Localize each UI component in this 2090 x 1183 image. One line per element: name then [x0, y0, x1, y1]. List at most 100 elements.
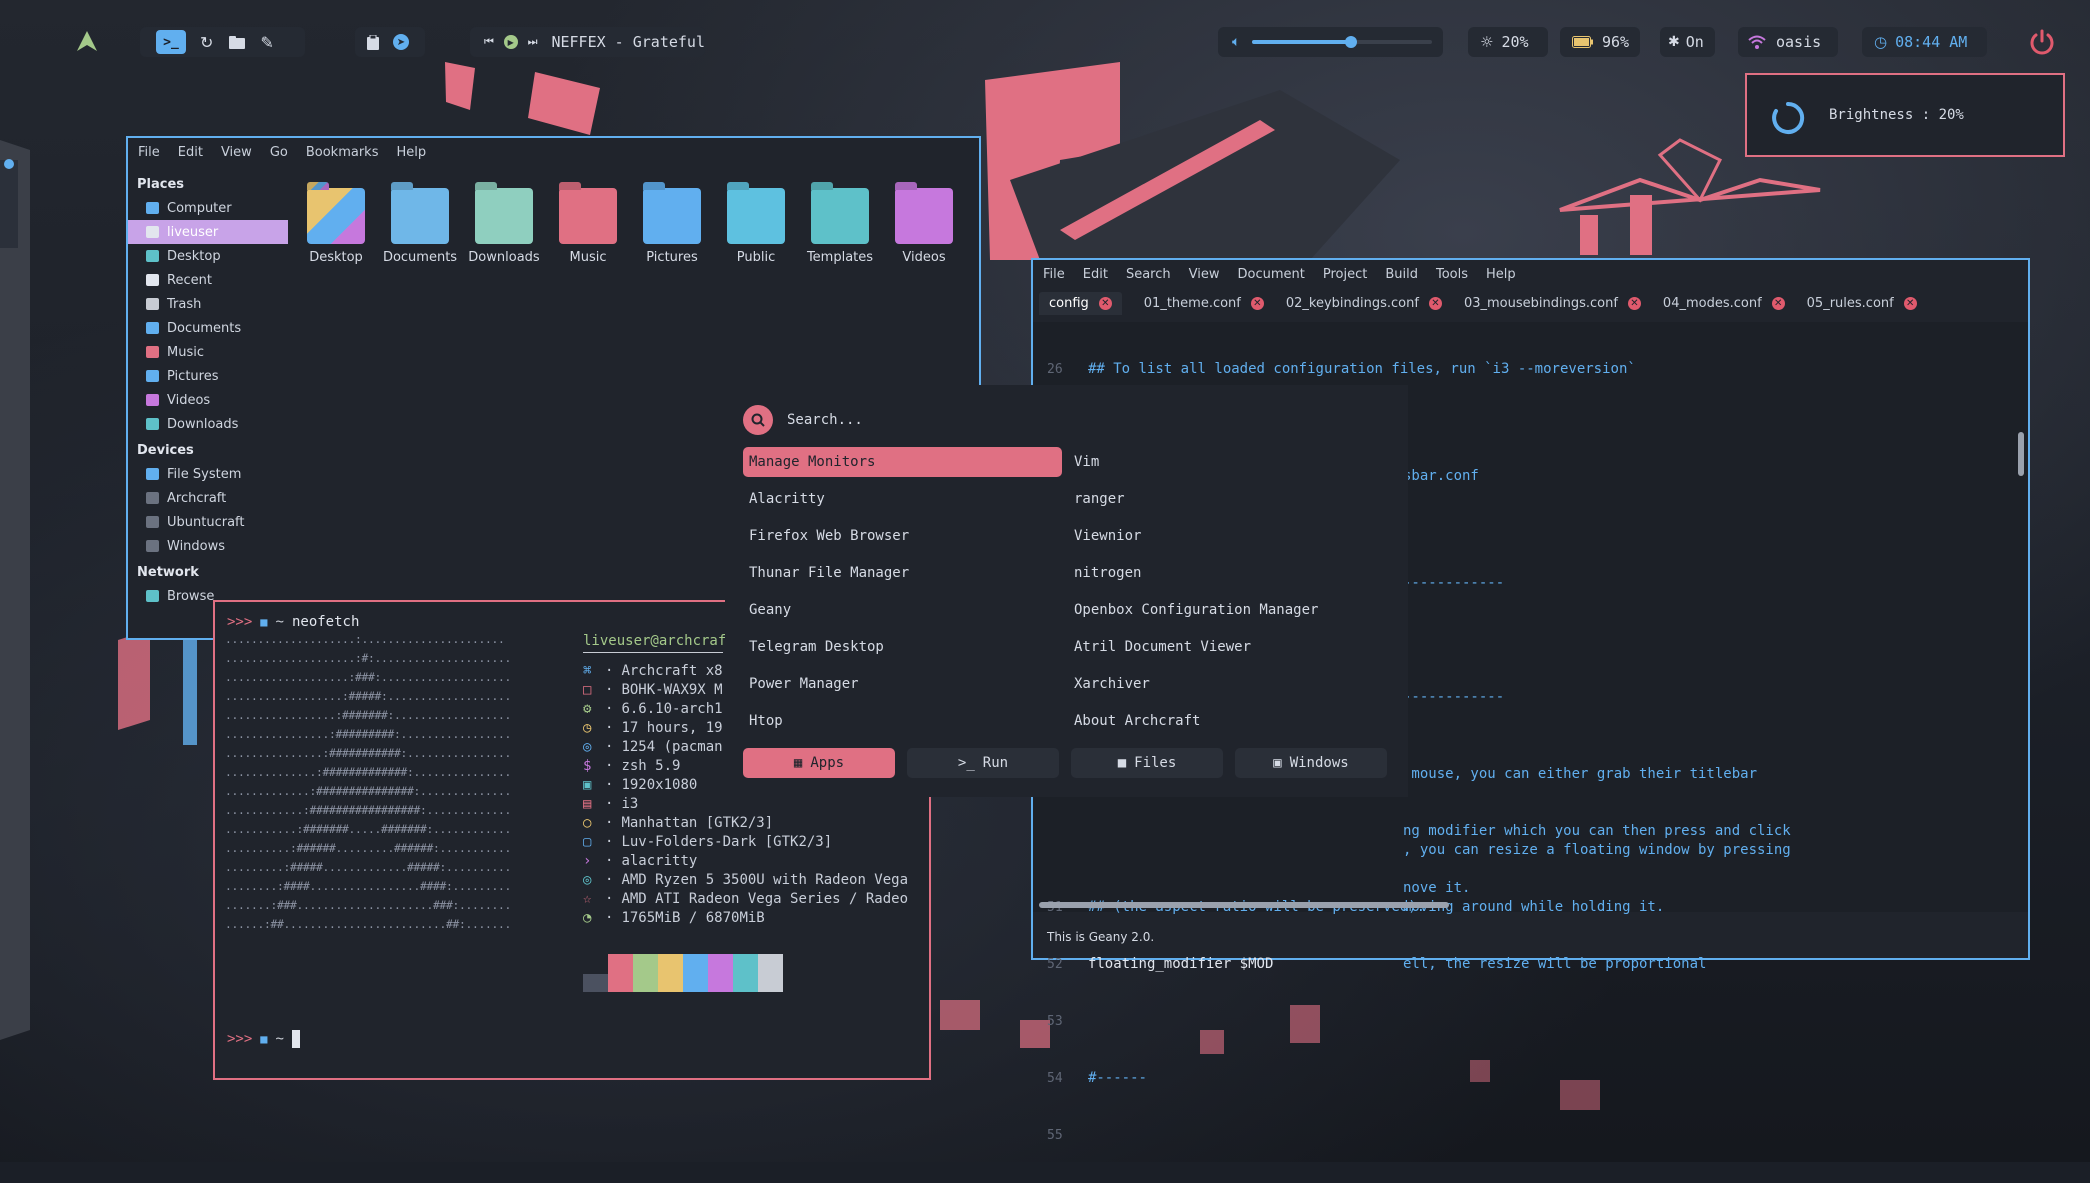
launcher-item-alacritty[interactable]: Alacritty — [743, 484, 825, 514]
refresh-icon[interactable]: ↻ — [200, 33, 213, 52]
sidebar-item-documents[interactable]: Documents — [128, 316, 288, 340]
close-tab-icon[interactable]: ✕ — [1098, 297, 1112, 310]
recent-icon — [146, 274, 159, 286]
launcher-item-xarchiver[interactable]: Xarchiver — [1068, 669, 1150, 699]
info-icon: ◎ — [583, 738, 592, 755]
launcher-item-atril[interactable]: Atril Document Viewer — [1068, 632, 1251, 662]
menu-bookmarks[interactable]: Bookmarks — [306, 145, 379, 160]
launcher-item-power-manager[interactable]: Power Manager — [743, 669, 859, 699]
vertical-scrollbar[interactable] — [2018, 432, 2024, 476]
mode-windows-button[interactable]: ▣ Windows — [1235, 748, 1387, 778]
menu-help[interactable]: Help — [396, 145, 426, 160]
launcher-item-geany[interactable]: Geany — [743, 595, 791, 625]
menu-file[interactable]: File — [138, 145, 160, 160]
info-value: alacritty — [621, 852, 698, 869]
tab-config[interactable]: config ✕ — [1039, 292, 1122, 315]
arch-logo-icon[interactable] — [76, 30, 98, 52]
folder-downloads[interactable]: Downloads — [462, 188, 546, 265]
launcher-item-about-archcraft[interactable]: About Archcraft — [1068, 706, 1200, 736]
battery-indicator[interactable]: 96% — [1560, 27, 1640, 57]
close-tab-icon[interactable]: ✕ — [1428, 297, 1442, 310]
mode-apps-button[interactable]: ▦ Apps — [743, 748, 895, 778]
launcher-item-thunar[interactable]: Thunar File Manager — [743, 558, 909, 588]
mode-run-button[interactable]: >_ Run — [907, 748, 1059, 778]
menu-project[interactable]: Project — [1323, 267, 1367, 282]
close-tab-icon[interactable]: ✕ — [1771, 297, 1785, 310]
window-icon: ▣ — [1273, 755, 1282, 771]
launcher-item-viewnior[interactable]: Viewnior — [1068, 521, 1141, 551]
launcher-item-firefox[interactable]: Firefox Web Browser — [743, 521, 909, 551]
folder-videos[interactable]: Videos — [882, 188, 966, 265]
menu-tools[interactable]: Tools — [1436, 267, 1468, 282]
folder-pictures[interactable]: Pictures — [630, 188, 714, 265]
menu-edit[interactable]: Edit — [1083, 267, 1108, 282]
tab-03-mousebindings[interactable]: 03_mousebindings.conf ✕ — [1464, 292, 1641, 315]
tab-02-keybindings[interactable]: 02_keybindings.conf ✕ — [1286, 292, 1442, 315]
bluetooth-indicator[interactable]: ✱ On — [1660, 27, 1715, 57]
tab-01-theme[interactable]: 01_theme.conf ✕ — [1144, 292, 1264, 315]
close-tab-icon[interactable]: ✕ — [1903, 297, 1917, 310]
clock[interactable]: ◷ 08:44 AM — [1862, 27, 1987, 57]
sidebar-item-ubuntucraft[interactable]: Ubuntucraft — [128, 510, 288, 534]
brightness-indicator[interactable]: ☼ 20% — [1468, 27, 1548, 57]
tab-04-modes[interactable]: 04_modes.conf ✕ — [1663, 292, 1785, 315]
play-icon[interactable]: ▶ — [503, 35, 518, 49]
next-track-icon[interactable]: ⏭ — [528, 35, 538, 49]
folder-documents[interactable]: Documents — [378, 188, 462, 265]
launcher-search[interactable]: Search... — [743, 405, 863, 435]
wifi-ssid: oasis — [1776, 33, 1822, 51]
sidebar-item-trash[interactable]: Trash — [128, 292, 288, 316]
terminal-icon[interactable]: >_ — [156, 30, 186, 54]
sidebar-item-pictures[interactable]: Pictures — [128, 364, 288, 388]
launcher-item-telegram[interactable]: Telegram Desktop — [743, 632, 884, 662]
close-tab-icon[interactable]: ✕ — [1627, 297, 1641, 310]
sidebar-item-desktop[interactable]: Desktop — [128, 244, 288, 268]
mode-files-button[interactable]: ■ Files — [1071, 748, 1223, 778]
menu-view[interactable]: View — [1189, 267, 1220, 282]
info-dot: · — [605, 700, 614, 717]
info-value: Luv-Folders-Dark [GTK2/3] — [621, 833, 833, 850]
power-icon[interactable] — [2028, 28, 2056, 56]
edit-icon[interactable]: ✎ — [260, 33, 273, 52]
launcher-item-htop[interactable]: Htop — [743, 706, 783, 736]
info-icon: ⌘ — [583, 662, 592, 679]
menu-build[interactable]: Build — [1385, 267, 1418, 282]
sidebar-item-file-system[interactable]: File System — [128, 462, 288, 486]
sidebar-item-downloads[interactable]: Downloads — [128, 412, 288, 436]
menu-document[interactable]: Document — [1237, 267, 1304, 282]
launcher-item-nitrogen[interactable]: nitrogen — [1068, 558, 1141, 588]
sidebar-item-computer[interactable]: Computer — [128, 196, 288, 220]
folder-desktop[interactable]: Desktop — [294, 188, 378, 265]
tab-05-rules[interactable]: 05_rules.conf ✕ — [1807, 292, 1917, 315]
launcher-item-manage-monitors[interactable]: Manage Monitors — [743, 447, 1062, 477]
search-input[interactable]: Search... — [787, 412, 863, 428]
menu-go[interactable]: Go — [270, 145, 288, 160]
launcher-item-ranger[interactable]: ranger — [1068, 484, 1125, 514]
sidebar-item-music[interactable]: Music — [128, 340, 288, 364]
menu-file[interactable]: File — [1043, 267, 1065, 282]
folder-public[interactable]: Public — [714, 188, 798, 265]
menu-search[interactable]: Search — [1126, 267, 1171, 282]
sidebar-item-liveuser[interactable]: liveuser — [128, 220, 288, 244]
menu-help[interactable]: Help — [1486, 267, 1516, 282]
launcher-item-openbox-config[interactable]: Openbox Configuration Manager — [1068, 595, 1318, 625]
telegram-icon[interactable]: ➤ — [393, 34, 409, 50]
wifi-indicator[interactable]: oasis — [1738, 27, 1838, 57]
folder-music[interactable]: Music — [546, 188, 630, 265]
sidebar-item-archcraft[interactable]: Archcraft — [128, 486, 288, 510]
volume-slider[interactable] — [1252, 36, 1433, 48]
clipboard-icon[interactable] — [367, 34, 379, 50]
menu-view[interactable]: View — [221, 145, 252, 160]
folder-templates[interactable]: Templates — [798, 188, 882, 265]
sidebar-item-videos[interactable]: Videos — [128, 388, 288, 412]
previous-track-icon[interactable]: ⏮ — [484, 35, 494, 49]
launcher-item-vim[interactable]: Vim — [1068, 447, 1099, 477]
menu-edit[interactable]: Edit — [178, 145, 203, 160]
sidebar-item-windows[interactable]: Windows — [128, 534, 288, 558]
folder-icon[interactable] — [229, 35, 246, 49]
sidebar-item-recent[interactable]: Recent — [128, 268, 288, 292]
volume-slider-knob[interactable] — [1345, 36, 1358, 48]
close-tab-icon[interactable]: ✕ — [1250, 297, 1264, 310]
brightness-ring-icon — [1771, 101, 1805, 135]
horizontal-scrollbar[interactable] — [1039, 902, 1449, 908]
